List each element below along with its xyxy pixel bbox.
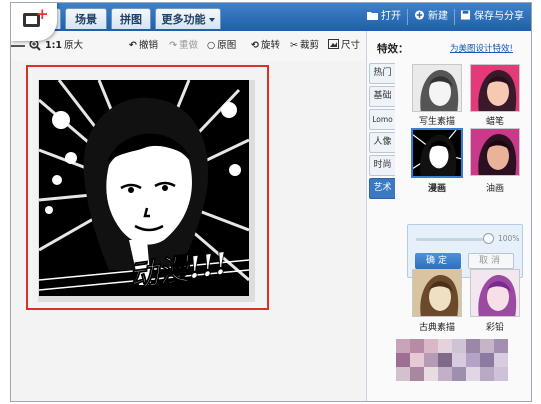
effect-categories: 热门 基础 Lomo 人像 时尚 艺术 [369,63,395,201]
redo-icon: ↷ [169,40,177,51]
tab-more-features-label: 更多功能 [161,13,206,26]
effect-label-manga: 漫画 [427,184,446,194]
undo-label: 撤销 [138,40,158,51]
manga-thumbnail-image [413,130,461,176]
divider [407,9,408,25]
effect-label-crayon: 蜡笔 [485,117,504,127]
effect-label-oil: 油画 [485,184,504,194]
category-tab-fashion[interactable]: 时尚 [369,155,395,176]
redo-label: 重做 [178,40,198,51]
redo-button[interactable]: ↷ 重做 [169,39,198,52]
zoom-in-button[interactable] [29,39,41,53]
crayon-thumbnail-image [471,65,519,111]
undo-button[interactable]: ↶ 撤销 [129,39,158,52]
original-image-button[interactable]: ○ 原图 [207,39,236,52]
manga-portrait-image: 动漫!!! [39,80,249,296]
original-image-label: 原图 [217,40,237,51]
rotate-button[interactable]: ⟲ 旋转 [251,39,280,52]
opacity-slider-handle[interactable] [483,233,494,244]
edited-photo[interactable]: 动漫!!! [39,80,249,296]
app-window: 首页 场景 拼图 更多功能 打开 新建 保存与分享 1:1原大 ↶撤销 ↷重做 [10,2,532,402]
classic-sketch-thumbnail-image [413,270,461,316]
actual-size-label: 原大 [64,40,84,51]
open-button[interactable]: 打开 [367,10,401,24]
tab-collage[interactable]: 拼图 [111,8,151,29]
confirm-button[interactable]: 确定 [415,253,461,269]
effect-label-colored-pencil: 彩铅 [485,323,504,333]
folder-icon [367,12,378,20]
edit-toolbar: 1:1 原大 ↶ 撤销 ↷ 重做 ○ 原图 ⟲ 旋转 ✂ 裁剪 尺寸 [11,31,366,61]
tab-collage-label: 拼图 [120,13,142,26]
new-button[interactable]: 新建 [414,10,448,24]
colored-pencil-thumbnail-image [471,270,519,316]
effect-thumb-manga[interactable] [411,128,463,178]
sketch-thumbnail-image [413,65,461,111]
save-share-label: 保存与分享 [474,11,524,22]
category-tab-hot[interactable]: 热门 [369,63,395,84]
scissors-icon: ✂ [290,40,298,51]
new-label: 新建 [428,11,448,22]
effect-label-sketch: 写生素描 [418,117,455,127]
divider [454,9,455,25]
app-logo[interactable]: + [11,3,57,41]
category-tab-basic[interactable]: 基础 [369,86,395,107]
pixelated-thumbnails [396,339,531,395]
circle-icon: ○ [207,40,216,51]
effect-thumb-colored-pencil[interactable] [470,269,520,317]
chevron-down-icon [208,18,215,22]
rotate-label: 旋转 [260,40,280,51]
cancel-button[interactable]: 取消 [468,253,514,269]
design-effect-link[interactable]: 为美图设计特效! [450,42,513,54]
tab-scene[interactable]: 场景 [65,8,107,29]
tab-scene-label: 场景 [75,13,97,26]
open-label: 打开 [381,11,401,22]
effect-thumb-sketch[interactable] [412,64,462,112]
effect-thumb-crayon[interactable] [470,64,520,112]
top-nav-bar: 首页 场景 拼图 更多功能 打开 新建 保存与分享 [11,3,531,31]
crop-label: 裁剪 [299,40,319,51]
crop-button[interactable]: ✂ 裁剪 [290,39,319,52]
effect-label-classic-sketch: 古典素描 [418,323,455,333]
effect-thumb-oil[interactable] [470,128,520,176]
category-tab-art[interactable]: 艺术 [369,178,395,199]
effect-thumb-classic-sketch[interactable] [412,269,462,317]
rotate-icon: ⟲ [251,40,259,51]
category-tab-lomo[interactable]: Lomo [369,109,395,130]
save-share-button[interactable]: 保存与分享 [460,10,524,24]
resize-button[interactable]: 尺寸 [328,39,360,52]
category-tab-portrait[interactable]: 人像 [369,132,395,153]
actual-size-button[interactable]: 1:1 原大 [45,39,83,52]
opacity-value: 100% [498,234,520,243]
tab-more-features[interactable]: 更多功能 [155,8,221,29]
undo-icon: ↶ [129,40,137,51]
plus-icon: + [36,5,49,23]
plus-circle-icon [414,10,425,20]
zoom-ratio: 1:1 [45,40,63,51]
image-size-icon [328,39,339,49]
opacity-slider-track[interactable] [416,238,486,241]
zoom-slider[interactable] [11,45,25,47]
effects-panel-header: 特效： 为美图设计特效! [367,31,531,61]
save-icon [460,10,471,20]
resize-label: 尺寸 [341,40,361,51]
effects-title: 特效： [377,43,409,55]
oil-paint-thumbnail-image [471,129,519,175]
